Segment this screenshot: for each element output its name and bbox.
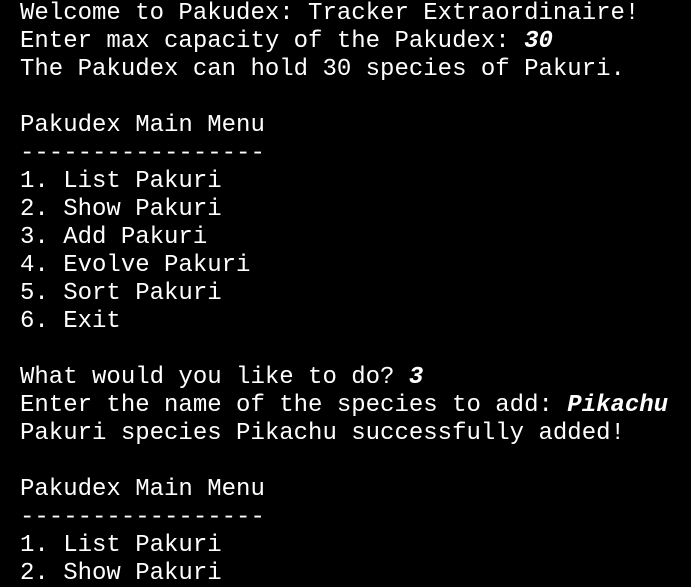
menu-item-show: 2. Show Pakuri: [20, 560, 222, 587]
menu-item-sort: 5. Sort Pakuri: [20, 280, 222, 307]
capacity-prompt-line: Enter max capacity of the Pakudex: 30: [20, 28, 691, 56]
menu-divider: -----------------: [20, 140, 265, 167]
action-prompt-line: What would you like to do? 3: [20, 364, 691, 392]
species-confirm-line: Pakuri species Pikachu successfully adde…: [20, 420, 625, 447]
welcome-line: Welcome to Pakudex: Tracker Extraordinai…: [20, 0, 640, 27]
capacity-input: 30: [524, 28, 553, 55]
menu-item-show: 2. Show Pakuri: [20, 196, 222, 223]
terminal-output[interactable]: Welcome to Pakudex: Tracker Extraordinai…: [0, 0, 691, 587]
capacity-prompt: Enter max capacity of the Pakudex:: [20, 28, 525, 55]
species-prompt: Enter the name of the species to add:: [20, 392, 568, 419]
menu-title: Pakudex Main Menu: [20, 476, 265, 503]
capacity-confirm-line: The Pakudex can hold 30 species of Pakur…: [20, 56, 625, 83]
menu-item-list: 1. List Pakuri: [20, 168, 222, 195]
menu-item-exit: 6. Exit: [20, 308, 121, 335]
menu-title: Pakudex Main Menu: [20, 112, 265, 139]
action-prompt: What would you like to do?: [20, 364, 409, 391]
species-prompt-line: Enter the name of the species to add: Pi…: [20, 392, 691, 420]
menu-item-add: 3. Add Pakuri: [20, 224, 208, 251]
menu-item-evolve: 4. Evolve Pakuri: [20, 252, 251, 279]
action-input: 3: [408, 364, 424, 391]
menu-item-list: 1. List Pakuri: [20, 532, 222, 559]
species-input: Pikachu: [567, 392, 669, 419]
menu-divider: -----------------: [20, 504, 265, 531]
